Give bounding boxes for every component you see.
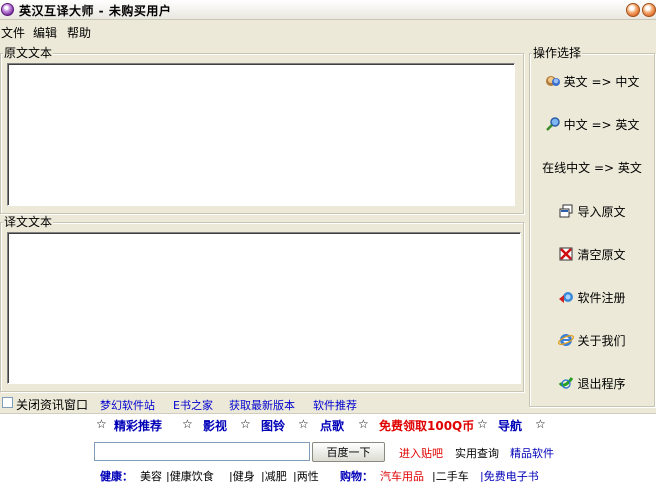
nav-movies[interactable]: 影视 — [203, 417, 227, 434]
news-nav-row: ☆ 精彩推荐 ☆ 影视 ☆ 图铃 ☆ 点歌 ☆ 免费领取100Q币 ☆ 导航 ☆ — [0, 417, 656, 435]
star-icon: ☆ — [240, 417, 251, 431]
nav-ringtones[interactable]: 图铃 — [261, 417, 285, 434]
close-news-label: 关闭资讯窗口 — [16, 398, 89, 412]
link-ebook-home[interactable]: E书之家 — [173, 397, 213, 413]
zh-to-en-label: 中文 => 英文 — [563, 117, 640, 132]
about-us-label: 关于我们 — [577, 333, 626, 348]
link-tieba[interactable]: 进入贴吧 — [399, 445, 443, 461]
menu-bar: 文件 编辑 帮助 — [0, 21, 656, 40]
about-us-button[interactable]: 关于我们 — [533, 321, 651, 359]
category-link-weight-loss[interactable]: |减肥 — [261, 468, 287, 482]
en-to-zh-button[interactable]: 英文 => 中文 — [533, 62, 651, 100]
star-icon: ☆ — [298, 417, 309, 431]
category-link-used-car[interactable]: |二手车 — [432, 468, 469, 482]
baidu-search-input[interactable] — [94, 442, 310, 461]
baidu-search-button[interactable]: 百度一下 — [312, 442, 385, 462]
online-zh-to-en-button[interactable]: 在线中文 => 英文 — [533, 148, 651, 186]
user-chat-icon — [545, 73, 561, 89]
nav-guide[interactable]: 导航 — [498, 417, 522, 434]
register-icon — [558, 289, 574, 305]
import-text-label: 导入原文 — [577, 204, 626, 219]
menu-edit[interactable]: 编辑 — [33, 24, 57, 41]
translation-text-area[interactable] — [7, 232, 521, 384]
clear-text-button[interactable]: 清空原文 — [533, 235, 651, 273]
category-link-fitness[interactable]: |健身 — [229, 468, 255, 482]
close-news-checkbox[interactable] — [2, 397, 13, 408]
en-to-zh-label: 英文 => 中文 — [563, 74, 640, 89]
category-link-free-ebook[interactable]: |免费电子书 — [480, 468, 539, 482]
star-icon: ☆ — [182, 417, 193, 431]
menu-file[interactable]: 文件 — [1, 24, 25, 41]
star-icon: ☆ — [477, 417, 488, 431]
source-text-area[interactable] — [7, 63, 515, 206]
register-button[interactable]: 软件注册 — [533, 278, 651, 316]
window-title: 英汉互译大师 - 未购买用户 — [19, 4, 172, 18]
exit-icon — [558, 375, 574, 391]
star-icon: ☆ — [358, 417, 369, 431]
import-icon — [558, 203, 574, 219]
clear-icon — [558, 246, 574, 262]
title-bar: 英汉互译大师 - 未购买用户 — [0, 0, 656, 20]
nav-songs[interactable]: 点歌 — [320, 417, 344, 434]
nav-free-qcoin[interactable]: 免费领取100Q币 — [379, 417, 474, 434]
close-button[interactable] — [642, 3, 656, 17]
category-health-label: 健康： — [100, 470, 133, 482]
link-dream-software[interactable]: 梦幻软件站 — [100, 397, 155, 413]
source-text-label: 原文文本 — [3, 46, 54, 60]
zh-to-en-button[interactable]: 中文 => 英文 — [533, 105, 651, 143]
link-quality-software[interactable]: 精品软件 — [510, 445, 554, 461]
import-text-button[interactable]: 导入原文 — [533, 192, 651, 230]
star-icon: ☆ — [96, 417, 107, 431]
star-icon: ☆ — [535, 417, 546, 431]
category-link-relationships[interactable]: |两性 — [293, 468, 319, 482]
category-link-diet[interactable]: |健康饮食 — [166, 468, 214, 482]
exit-button[interactable]: 退出程序 — [533, 364, 651, 402]
operations-label: 操作选择 — [532, 46, 583, 60]
clear-text-label: 清空原文 — [577, 247, 626, 262]
translation-text-label: 译文文本 — [3, 215, 54, 229]
category-shopping-label: 购物： — [340, 470, 373, 482]
link-practical-query[interactable]: 实用查询 — [455, 445, 499, 461]
nav-featured[interactable]: 精彩推荐 — [114, 417, 162, 434]
online-zh-to-en-label: 在线中文 => 英文 — [542, 160, 642, 175]
category-row: 健康： 美容 |健康饮食 |健身 |减肥 |两性 购物： 汽车用品 |二手车 |… — [0, 466, 656, 482]
minimize-button[interactable] — [626, 3, 640, 17]
category-link-beauty[interactable]: 美容 — [140, 468, 162, 482]
register-label: 软件注册 — [577, 290, 626, 305]
category-link-car-supplies[interactable]: 汽车用品 — [380, 468, 424, 482]
exit-label: 退出程序 — [577, 376, 626, 391]
magnifier-icon — [545, 116, 561, 132]
link-software-recommend[interactable]: 软件推荐 — [313, 397, 357, 413]
link-get-latest[interactable]: 获取最新版本 — [229, 397, 295, 413]
app-icon — [1, 3, 14, 16]
ie-icon — [558, 332, 575, 348]
menu-help[interactable]: 帮助 — [67, 24, 91, 41]
